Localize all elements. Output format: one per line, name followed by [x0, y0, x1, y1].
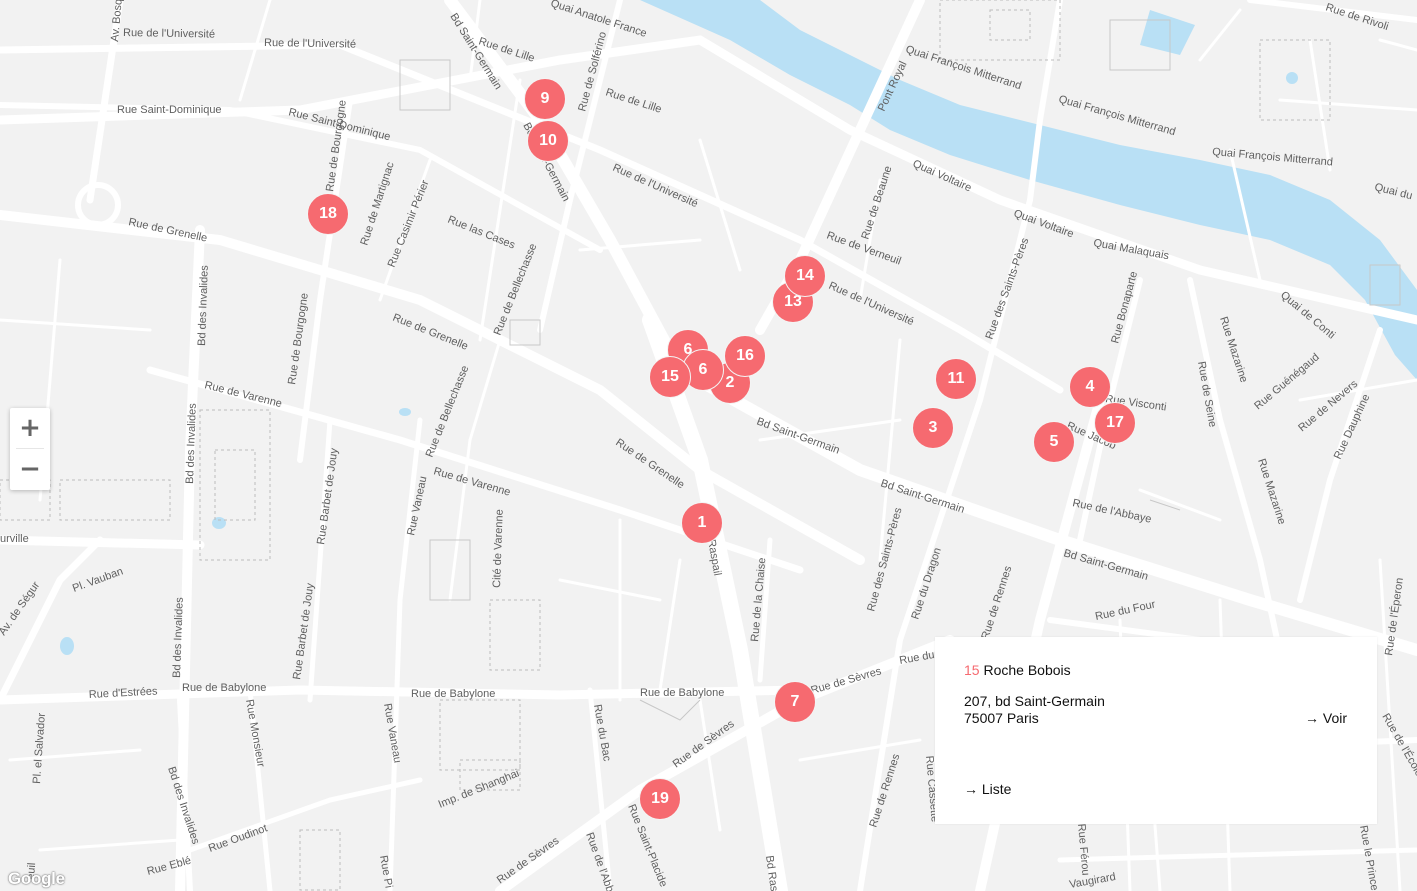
street-label: Rue du — [898, 649, 935, 667]
street-label: Rue de l'Abb — [583, 831, 616, 891]
street-label: Quai du — [1373, 181, 1413, 202]
street-label: Rue de Varenne — [203, 379, 283, 410]
street-label: Rue de Bourgogne — [286, 292, 311, 385]
street-label: Rue de Lille — [604, 86, 663, 115]
street-label: Rue de Babylone — [411, 688, 495, 700]
street-label: Rue Casimir Périer — [386, 178, 432, 269]
street-label: Rue de Martignac — [358, 160, 396, 247]
voir-link[interactable]: → Voir — [1305, 710, 1347, 726]
store-title: 15 Roche Bobois — [964, 662, 1071, 678]
street-label: Rue de Babylone — [182, 682, 266, 694]
street-label: Rue Monsieur — [243, 698, 267, 768]
street-label: Pl. Vauban — [71, 565, 125, 594]
street-label: Rue Férou — [1075, 823, 1091, 876]
store-marker[interactable]: 4 — [1069, 366, 1111, 408]
street-label: Rue de l'École — [1379, 711, 1417, 779]
pond — [212, 517, 226, 529]
store-marker[interactable]: 9 — [524, 78, 566, 120]
store-marker[interactable]: 3 — [912, 407, 954, 449]
store-address: 207, bd Saint-Germain 75007 Paris — [964, 693, 1105, 727]
street-label: Rue des Saints-Pères — [984, 236, 1032, 341]
street-label: Rue de Rennes — [867, 752, 902, 829]
street-label: Rue du Four — [1094, 598, 1157, 623]
street-label: Rue de l'Université — [123, 27, 215, 41]
zoom-in-button[interactable]: + — [10, 408, 50, 448]
street-label: Quai Voltaire — [911, 158, 973, 195]
street-label: Rue le Prince — [1357, 824, 1380, 891]
street-label: Rue de Sèvres — [495, 835, 562, 887]
street-label: Cité de Varenne — [491, 509, 506, 588]
street-label: Quai François Mitterrand — [1057, 93, 1177, 138]
street-label: Quai Malaquais — [1092, 237, 1170, 262]
street-label: Quai François Mitterrand — [904, 43, 1023, 92]
address-line-1: 207, bd Saint-Germain — [964, 693, 1105, 709]
street-label: Rue Saint-Dominique — [117, 104, 222, 116]
zoom-out-button[interactable]: − — [10, 449, 50, 489]
street-label: Rue de Sèvres — [810, 665, 884, 697]
store-marker[interactable]: 5 — [1033, 421, 1075, 463]
street-label: Rue las Cases — [446, 214, 517, 252]
street-label: Bd Saint-Germain — [755, 416, 841, 457]
store-marker[interactable]: 10 — [527, 120, 569, 162]
street-label: Bd des Invalides — [196, 265, 211, 347]
street-label: Rue de l'Université — [264, 37, 356, 51]
store-marker[interactable]: 15 — [649, 356, 691, 398]
store-marker[interactable]: 19 — [639, 778, 681, 820]
street-label: Rue de Bellechasse — [424, 364, 472, 459]
google-logo: Google — [8, 869, 65, 888]
store-number: 15 — [964, 662, 980, 678]
street-label: Rue Mazarine — [1255, 457, 1288, 526]
store-marker[interactable]: 1 — [681, 502, 723, 544]
store-marker[interactable]: 18 — [307, 193, 349, 235]
pond — [399, 408, 411, 416]
street-label: Rue des Saints-Pères — [865, 506, 904, 613]
street-label: Rue Barbet de Jouy — [315, 447, 340, 545]
street-label: Rue Vaneau — [381, 702, 403, 764]
store-marker[interactable]: 14 — [784, 255, 826, 297]
street-label: Vaugirard — [1068, 871, 1116, 891]
street-label: Quai François Mitterrand — [1212, 146, 1334, 169]
store-info-card: 15 Roche Bobois 207, bd Saint-Germain 75… — [935, 637, 1377, 824]
street-label: Rue de Beaune — [859, 165, 894, 241]
street-label: Pl. el Salvador — [31, 712, 48, 784]
street-label: Rue Mazarine — [1217, 315, 1250, 384]
store-marker[interactable]: 16 — [724, 335, 766, 377]
pond — [60, 637, 74, 655]
street-label: urville — [0, 533, 29, 545]
street-label: Rue de Bellechasse — [492, 242, 540, 337]
pond — [1286, 72, 1298, 84]
street-label: Rue de Grenelle — [127, 216, 208, 244]
street-label: Imp. de Shanghai — [437, 767, 521, 810]
liste-link[interactable]: → Liste — [964, 781, 1011, 797]
street-label: Rue de Babylone — [640, 687, 724, 699]
zoom-control: + − — [10, 408, 50, 490]
store-marker[interactable]: 17 — [1094, 402, 1136, 444]
map[interactable]: Quai Anatole France Rue de Rivoli Av. Bo… — [0, 0, 1417, 891]
address-line-2: 75007 Paris — [964, 710, 1039, 726]
street-label: Bd des Invalides — [184, 403, 199, 485]
street-label: Rue de l'Université — [827, 280, 916, 328]
street-label: Rue Guénégaud — [1252, 351, 1322, 412]
store-marker[interactable]: 11 — [935, 358, 977, 400]
store-marker[interactable]: 7 — [774, 681, 816, 723]
street-label: Rue de Rennes — [979, 564, 1014, 641]
street-label: Rue Eblé — [146, 855, 193, 878]
pond — [1140, 10, 1195, 55]
store-name: Roche Bobois — [983, 662, 1071, 678]
